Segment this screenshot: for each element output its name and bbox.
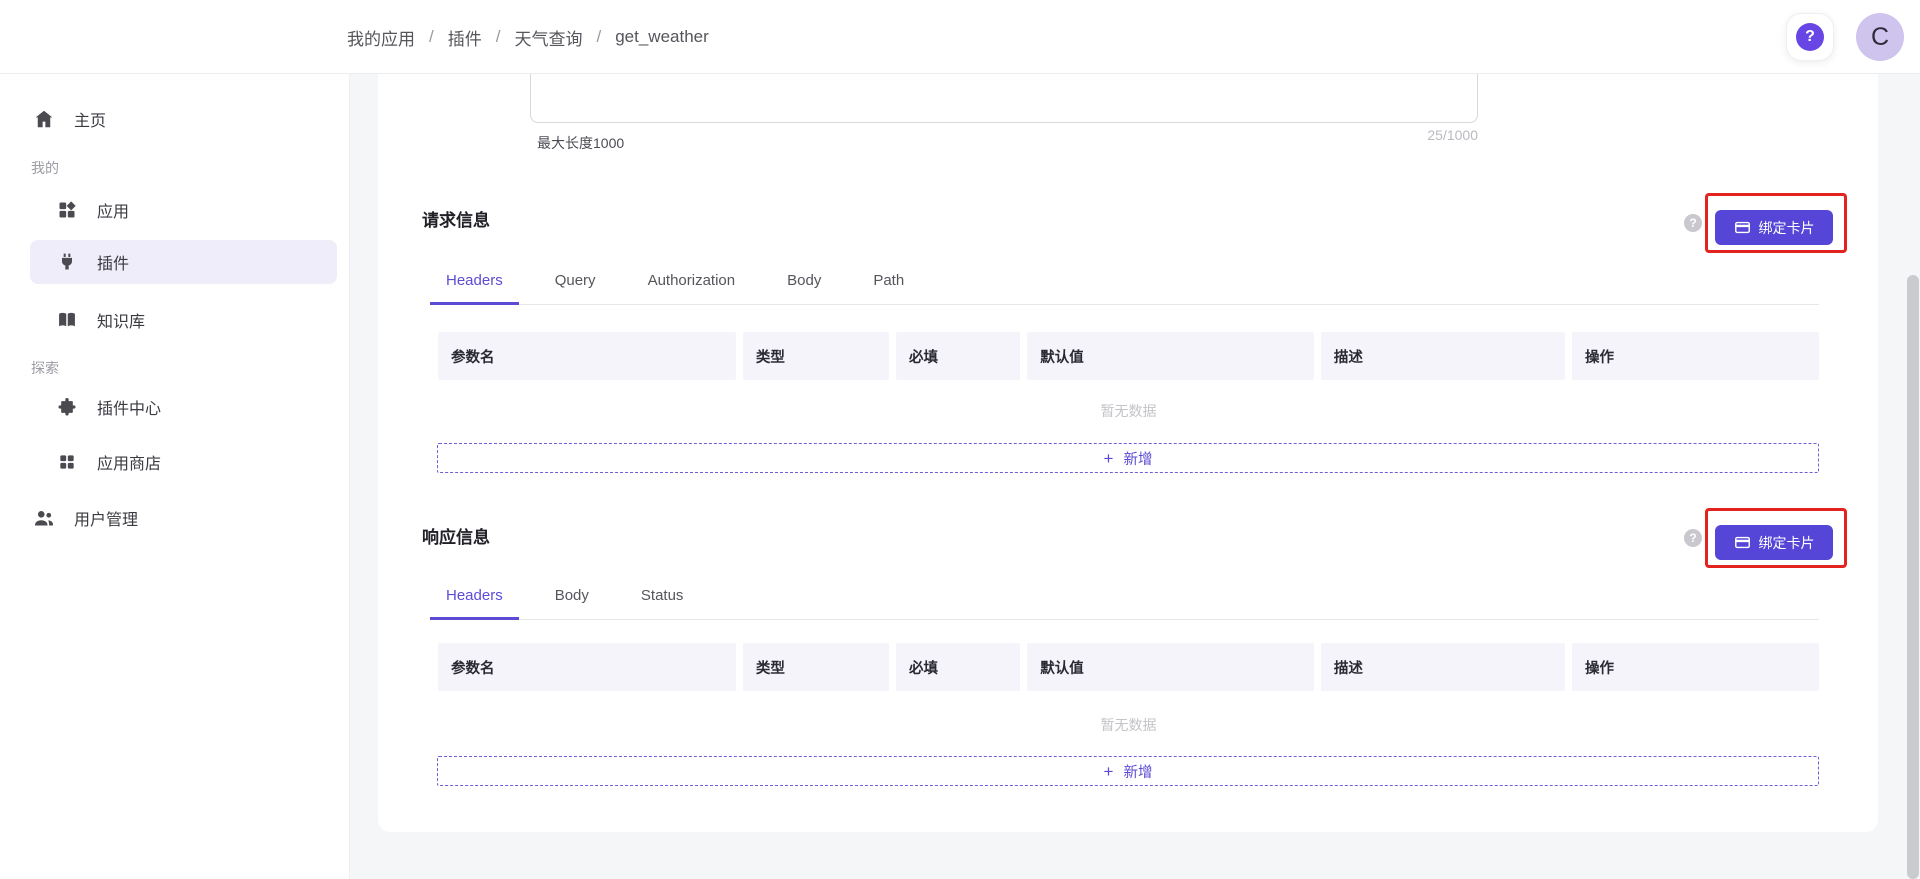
response-empty-state: 暂无数据 <box>438 715 1819 735</box>
request-tab-body[interactable]: Body <box>771 259 837 305</box>
response-tab-status[interactable]: Status <box>625 574 700 620</box>
response-tabbar: Headers Body Status <box>438 574 1819 620</box>
response-bind-card-button[interactable]: 绑定卡片 <box>1715 525 1833 560</box>
request-tab-authorization[interactable]: Authorization <box>632 259 752 305</box>
column-header-default: 默认值 <box>1027 332 1314 380</box>
request-help-icon[interactable]: ? <box>1684 214 1702 232</box>
column-header-default: 默认值 <box>1027 643 1314 691</box>
request-table-header: 参数名 类型 必填 默认值 描述 操作 <box>438 332 1819 380</box>
bind-card-label: 绑定卡片 <box>1759 533 1815 553</box>
store-icon <box>56 452 78 472</box>
sidebar-item-home[interactable]: 主页 <box>30 97 337 141</box>
request-bind-card-button[interactable]: 绑定卡片 <box>1715 210 1833 245</box>
response-table-header: 参数名 类型 必填 默认值 描述 操作 <box>438 643 1819 691</box>
help-button[interactable]: ? <box>1786 13 1834 61</box>
column-header-required: 必填 <box>896 643 1020 691</box>
top-header: 我的应用 / 插件 / 天气查询 / get_weather ? C <box>0 0 1920 74</box>
sidebar-item-label: 应用商店 <box>97 450 161 474</box>
description-textarea[interactable] <box>530 74 1478 123</box>
response-tab-body[interactable]: Body <box>539 574 605 620</box>
add-label: 新增 <box>1123 761 1152 782</box>
book-icon <box>56 310 78 330</box>
response-help-icon[interactable]: ? <box>1684 529 1702 547</box>
sidebar-item-knowledge-base[interactable]: 知识库 <box>30 298 337 342</box>
column-header-description: 描述 <box>1321 643 1565 691</box>
breadcrumb-plugins[interactable]: 插件 <box>448 25 482 50</box>
breadcrumb-current-page: get_weather <box>615 27 709 47</box>
sidebar-item-label: 应用 <box>97 198 129 222</box>
card-icon <box>1734 534 1751 551</box>
breadcrumb: 我的应用 / 插件 / 天气查询 / get_weather <box>347 0 709 74</box>
question-mark-icon: ? <box>1796 23 1824 51</box>
apps-icon <box>56 200 78 220</box>
bind-card-label: 绑定卡片 <box>1759 218 1815 238</box>
breadcrumb-weather-query[interactable]: 天气查询 <box>514 25 582 50</box>
users-icon <box>33 507 55 529</box>
response-tab-headers[interactable]: Headers <box>430 574 519 620</box>
request-tabbar: Headers Query Authorization Body Path <box>438 259 1819 305</box>
request-empty-state: 暂无数据 <box>438 401 1819 421</box>
sidebar-item-label: 插件中心 <box>97 395 161 419</box>
plus-icon: + <box>1104 450 1114 467</box>
column-header-required: 必填 <box>896 332 1020 380</box>
puzzle-icon <box>56 397 78 417</box>
breadcrumb-separator: / <box>596 27 601 47</box>
card-icon <box>1734 219 1751 236</box>
column-header-description: 描述 <box>1321 332 1565 380</box>
column-header-actions: 操作 <box>1572 643 1819 691</box>
add-label: 新增 <box>1123 448 1152 469</box>
user-avatar[interactable]: C <box>1856 13 1904 61</box>
sidebar-item-plugin-center[interactable]: 插件中心 <box>30 385 337 429</box>
request-add-row-button[interactable]: + 新增 <box>437 443 1819 473</box>
max-length-hint: 最大长度1000 <box>537 133 624 153</box>
column-header-actions: 操作 <box>1572 332 1819 380</box>
vertical-scrollbar[interactable] <box>1907 275 1919 879</box>
response-add-row-button[interactable]: + 新增 <box>437 756 1819 786</box>
request-section-title: 请求信息 <box>422 206 490 231</box>
breadcrumb-separator: / <box>496 27 501 47</box>
sidebar-item-label: 插件 <box>97 250 129 274</box>
request-tab-path[interactable]: Path <box>857 259 920 305</box>
sidebar-section-explore: 探索 <box>31 358 59 378</box>
sidebar-item-plugins[interactable]: 插件 <box>30 240 337 284</box>
sidebar-item-label: 知识库 <box>97 308 145 332</box>
sidebar-item-label: 用户管理 <box>74 506 138 530</box>
plug-icon <box>56 252 78 272</box>
sidebar-item-user-management[interactable]: 用户管理 <box>30 496 337 540</box>
request-tab-query[interactable]: Query <box>539 259 612 305</box>
sidebar-item-app-store[interactable]: 应用商店 <box>30 440 337 484</box>
sidebar-item-label: 主页 <box>74 107 106 131</box>
char-counter: 25/1000 <box>1427 127 1478 143</box>
response-section-title: 响应信息 <box>422 523 490 548</box>
breadcrumb-separator: / <box>429 27 434 47</box>
home-icon <box>33 108 55 130</box>
column-header-param-name: 参数名 <box>438 643 736 691</box>
breadcrumb-my-apps[interactable]: 我的应用 <box>347 25 415 50</box>
sidebar-nav: 主页 我的 应用 插件 知识库 探索 插件中心 应用商店 <box>0 74 350 879</box>
request-tab-headers[interactable]: Headers <box>430 259 519 305</box>
column-header-type: 类型 <box>743 643 889 691</box>
column-header-param-name: 参数名 <box>438 332 736 380</box>
plus-icon: + <box>1104 763 1114 780</box>
column-header-type: 类型 <box>743 332 889 380</box>
sidebar-item-apps[interactable]: 应用 <box>30 188 337 232</box>
sidebar-section-my: 我的 <box>31 158 59 178</box>
